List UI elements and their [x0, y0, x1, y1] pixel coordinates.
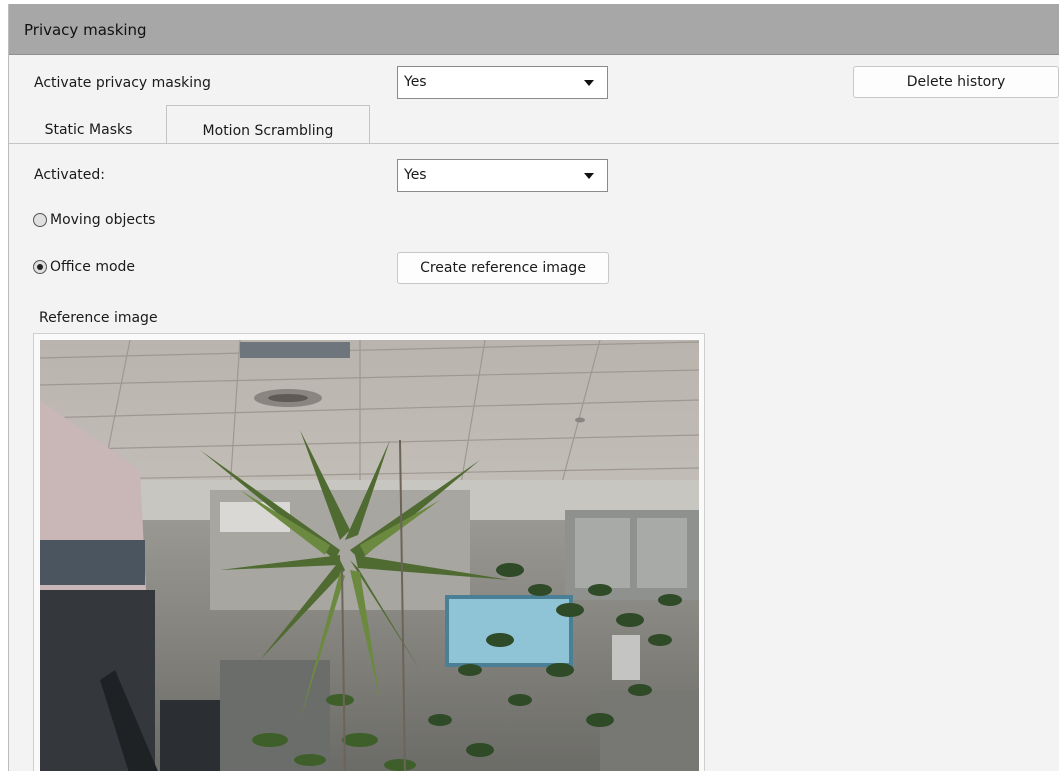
reference-image — [40, 340, 699, 771]
tab-strip-divider — [9, 143, 1059, 144]
delete-history-button[interactable]: Delete history — [853, 66, 1059, 98]
create-reference-image-button[interactable]: Create reference image — [397, 252, 609, 284]
moving-objects-option[interactable]: Moving objects — [33, 212, 155, 228]
moving-objects-radio[interactable] — [33, 213, 47, 227]
chevron-down-icon — [584, 80, 594, 86]
panel-title: Privacy masking — [24, 21, 147, 39]
activate-privacy-masking-label: Activate privacy masking — [34, 75, 211, 91]
tab-motion-scrambling[interactable]: Motion Scrambling — [166, 105, 370, 144]
office-mode-radio[interactable] — [33, 260, 47, 274]
reference-image-frame — [33, 333, 705, 771]
tab-static-masks[interactable]: Static Masks — [31, 105, 146, 143]
office-mode-option[interactable]: Office mode — [33, 259, 135, 275]
privacy-masking-panel: Privacy masking Activate privacy masking… — [8, 4, 1059, 771]
moving-objects-label: Moving objects — [50, 212, 156, 228]
chevron-down-icon — [584, 173, 594, 179]
activated-label: Activated: — [34, 167, 105, 183]
activated-value: Yes — [404, 167, 427, 183]
activate-privacy-masking-select[interactable]: Yes — [397, 66, 608, 99]
reference-image-label: Reference image — [39, 310, 158, 326]
activate-privacy-masking-value: Yes — [404, 74, 427, 90]
panel-titlebar: Privacy masking — [9, 4, 1059, 55]
activated-select[interactable]: Yes — [397, 159, 608, 192]
office-mode-label: Office mode — [50, 259, 136, 275]
